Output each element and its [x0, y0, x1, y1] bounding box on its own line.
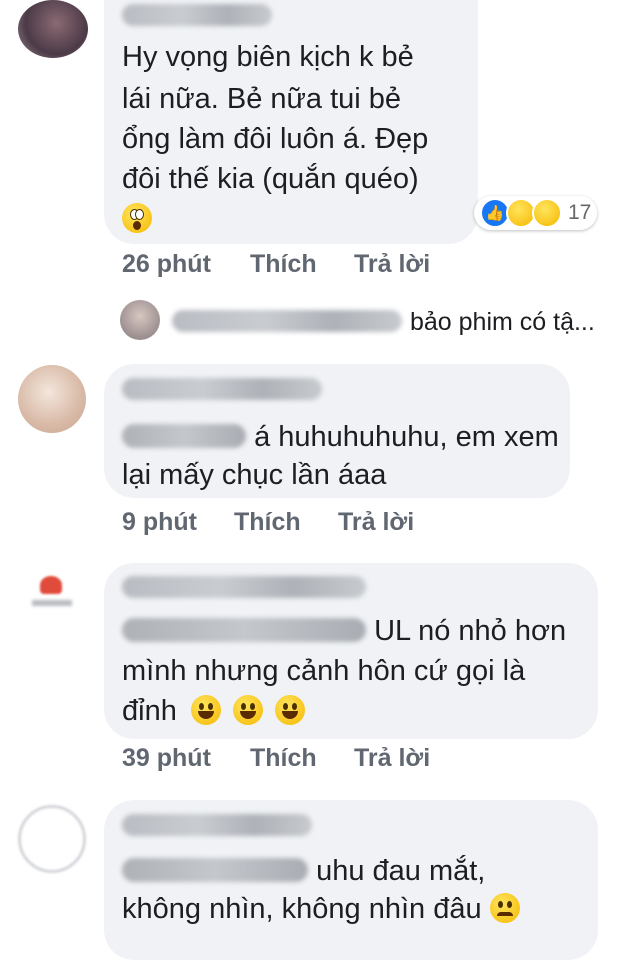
comment-line: đôi thế kia (quắn quéo): [122, 163, 419, 195]
avatar[interactable]: [18, 365, 86, 433]
comment-line: đỉnh: [122, 692, 309, 730]
mention-blurred[interactable]: [122, 424, 246, 448]
commenter-name-blurred[interactable]: [122, 4, 272, 26]
like-link[interactable]: Thích: [250, 250, 317, 279]
sad-face-icon: [489, 893, 520, 923]
avatar-caption-blurred: [32, 600, 72, 606]
avatar[interactable]: [18, 805, 86, 873]
like-link[interactable]: Thích: [250, 744, 317, 773]
comment-line: lái nữa. Bẻ nữa tui bẻ: [122, 83, 402, 115]
comment-actions: 39 phút Thích Trả lời: [122, 744, 542, 778]
reply-link[interactable]: Trả lời: [354, 250, 430, 279]
comment-line: mình nhưng cảnh hôn cứ gọi là: [122, 655, 526, 687]
commenter-name-blurred[interactable]: [122, 814, 312, 836]
comment-timestamp[interactable]: 39 phút: [122, 744, 211, 773]
astonished-face-icon: [122, 203, 152, 233]
heart-icon: [40, 576, 62, 594]
grinning-face-icon: [190, 695, 221, 725]
mention-blurred[interactable]: [122, 858, 308, 882]
comment-line: Hy vọng biên kịch k bẻ: [122, 41, 414, 73]
comment-line: UL nó nhỏ hơn: [122, 612, 566, 650]
comment-line: á huhuhuhuhu, em xem: [122, 418, 559, 456]
reply-preview-text[interactable]: bảo phim có tậ...: [410, 308, 595, 337]
like-link[interactable]: Thích: [234, 508, 301, 537]
commenter-name-blurred[interactable]: [122, 378, 322, 400]
avatar[interactable]: [18, 570, 86, 638]
comment-line: ổng làm đôi luôn á. Đẹp: [122, 123, 429, 155]
comment-line: lại mấy chục lần áaa: [122, 459, 387, 491]
reply-author-blurred[interactable]: [172, 310, 402, 332]
comment-line: uhu đau mắt,: [122, 852, 485, 890]
grinning-face-icon: [275, 695, 306, 725]
comment-actions: 9 phút Thích Trả lời: [122, 508, 542, 542]
comment-timestamp[interactable]: 26 phút: [122, 250, 211, 279]
mention-blurred[interactable]: [122, 618, 366, 642]
grinning-face-icon: [232, 695, 263, 725]
comment-line: không nhìn, không nhìn đâu: [122, 890, 524, 928]
reply-link[interactable]: Trả lời: [354, 744, 430, 773]
reaction-count: 17: [568, 201, 592, 224]
commenter-name-blurred[interactable]: [122, 576, 366, 598]
avatar[interactable]: [18, 0, 88, 58]
comment-actions: 26 phút Thích Trả lời: [122, 250, 542, 284]
comment-emoji-row: [122, 200, 156, 238]
reply-avatar[interactable]: [120, 300, 160, 340]
reaction-summary[interactable]: 👍 17: [474, 196, 598, 230]
comment-timestamp[interactable]: 9 phút: [122, 508, 197, 537]
sad-icon: [532, 198, 562, 228]
reply-link[interactable]: Trả lời: [338, 508, 414, 537]
